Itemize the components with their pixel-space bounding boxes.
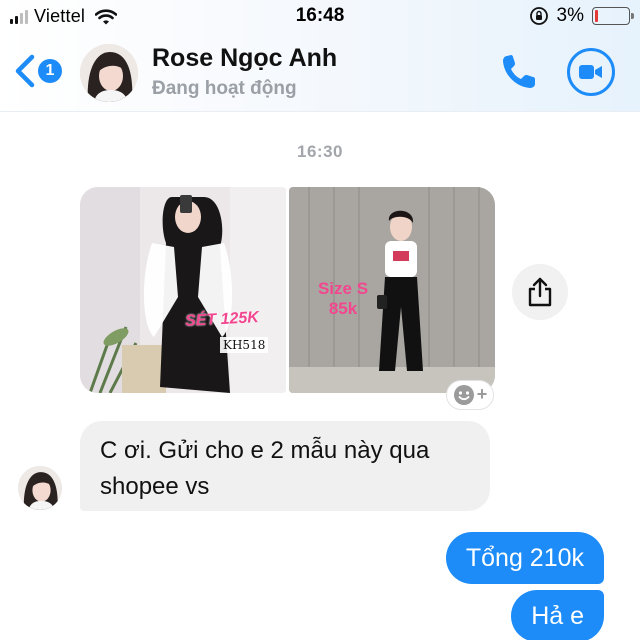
smiley-icon	[453, 385, 474, 405]
avatar-image	[80, 44, 138, 102]
photo-2-caption: Size S 85k	[301, 279, 385, 319]
battery-fill	[595, 10, 598, 22]
orientation-lock-icon	[529, 7, 548, 25]
call-button[interactable]	[498, 51, 540, 93]
photo-2-price: 85k	[328, 299, 358, 318]
contact-avatar[interactable]	[80, 44, 138, 102]
contact-status: Đang hoạt động	[152, 78, 297, 99]
status-bar: Viettel 16:48 3%	[0, 0, 640, 34]
outfit-photo-1	[80, 187, 286, 393]
header-background: Viettel 16:48 3% 1 Rose Ngọc Anh Đang ho…	[0, 0, 640, 112]
outgoing-message-bubble[interactable]: Hả e	[511, 590, 604, 640]
conversation-header: 1 Rose Ngọc Anh Đang hoạt động	[0, 34, 640, 110]
video-call-button[interactable]	[567, 48, 615, 96]
outgoing-message-bubble[interactable]: Tổng 210k	[445, 532, 604, 584]
video-camera-icon	[579, 65, 602, 79]
avatar-image	[18, 466, 62, 510]
incoming-message-bubble[interactable]: C ơi. Gửi cho e 2 mẫu này qua shopee vs	[80, 421, 490, 511]
phone-icon	[503, 55, 535, 88]
battery-icon	[592, 7, 634, 25]
plus-icon: +	[476, 383, 488, 404]
chevron-left-icon	[15, 54, 35, 88]
photo-attachment-1[interactable]: SÉT 125K KH518	[80, 187, 286, 393]
battery-percent: 3%	[556, 5, 584, 26]
status-bar-right: 3%	[529, 5, 634, 27]
add-reaction-button[interactable]: +	[446, 380, 494, 410]
share-button[interactable]	[512, 264, 568, 320]
photo-2-size: Size S	[317, 279, 369, 298]
sender-avatar[interactable]	[18, 466, 62, 510]
photo-attachment-2[interactable]: Size S 85k	[289, 187, 495, 393]
photo-1-code: KH518	[220, 337, 269, 353]
contact-name[interactable]: Rose Ngọc Anh	[152, 44, 337, 73]
unread-count-badge: 1	[38, 59, 62, 83]
share-icon	[528, 277, 552, 307]
message-timestamp: 16:30	[297, 142, 343, 161]
back-button[interactable]: 1	[14, 54, 62, 88]
